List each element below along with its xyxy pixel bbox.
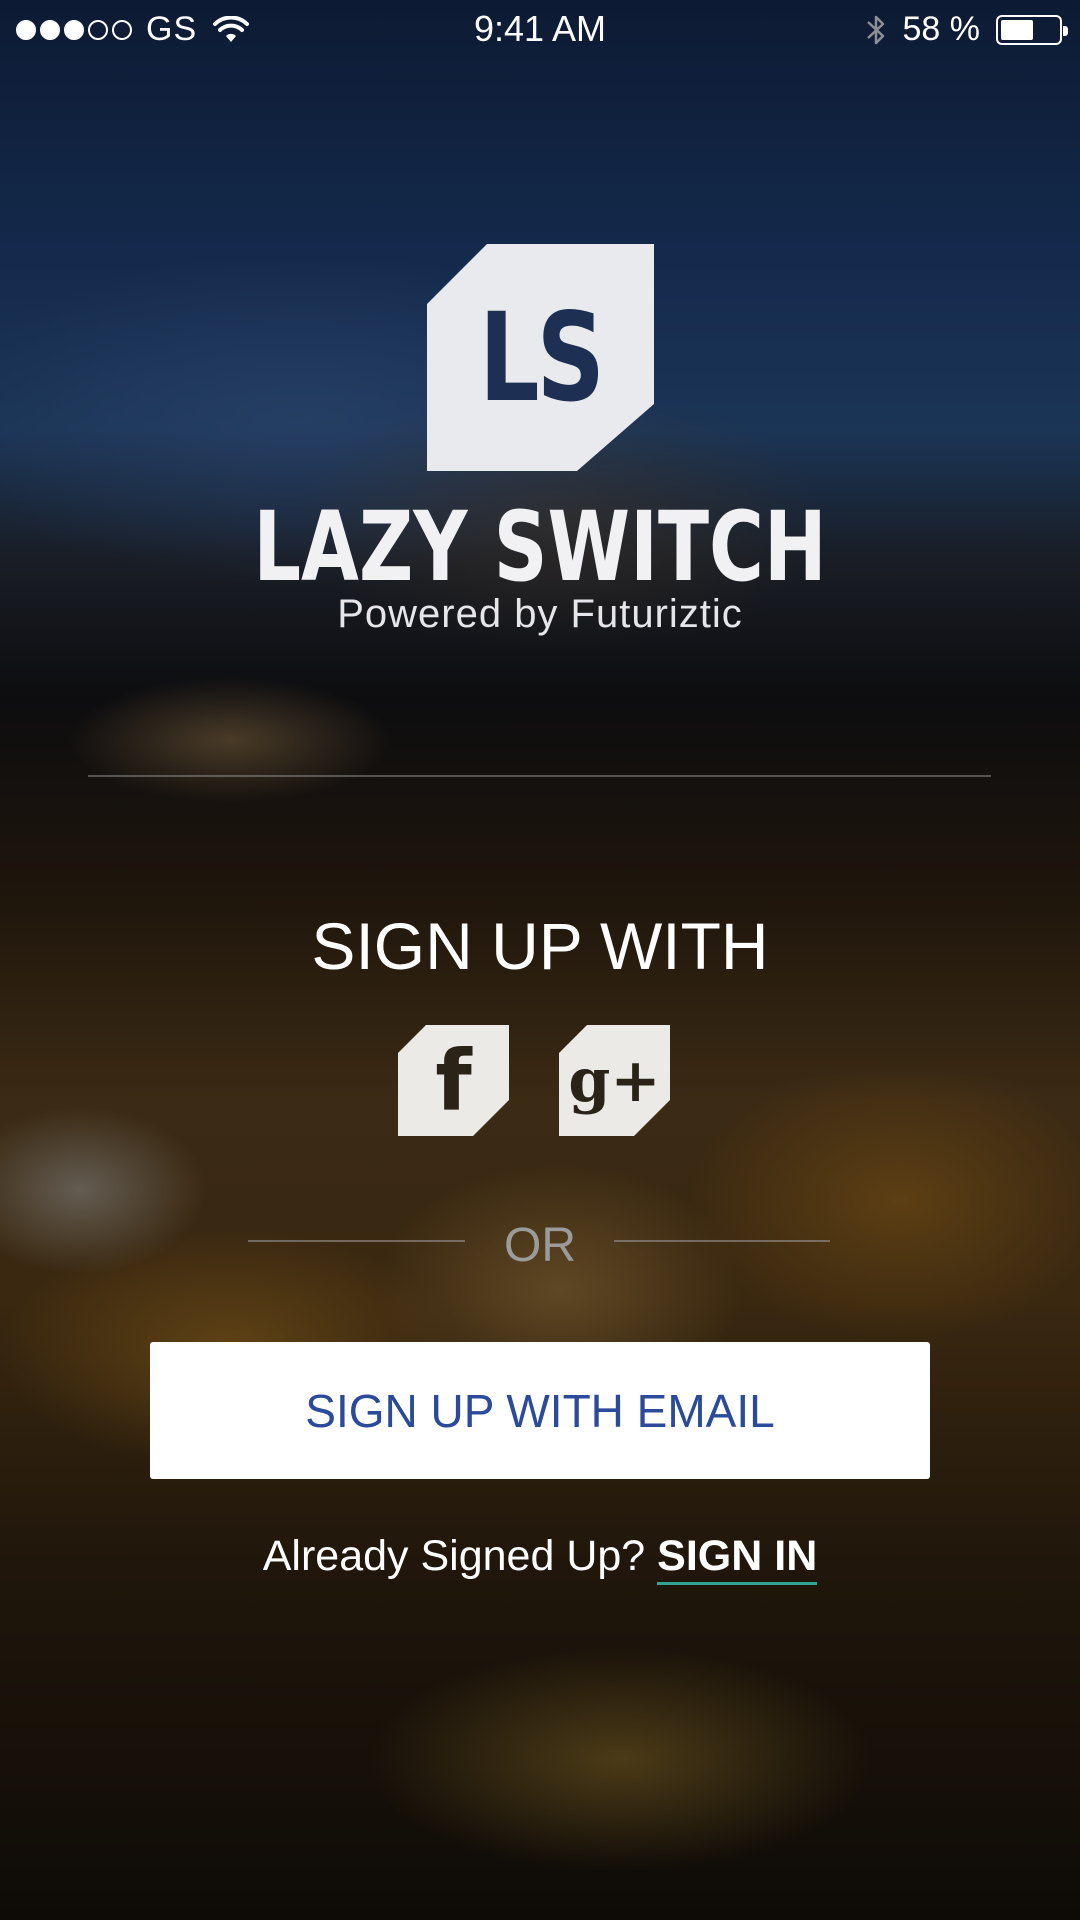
battery-icon xyxy=(996,14,1068,45)
signin-row: Already Signed Up? SIGN IN xyxy=(0,1532,1080,1585)
signin-prompt: Already Signed Up? xyxy=(262,1532,658,1580)
signin-link[interactable]: SIGN IN xyxy=(657,1532,818,1585)
tagline: Powered by Futuriztic xyxy=(337,592,743,636)
bluetooth-icon xyxy=(866,15,884,44)
app-name: LAZY SWITCH xyxy=(253,491,827,603)
divider xyxy=(88,775,991,777)
logo-letters: LS xyxy=(479,286,605,429)
or-label: OR xyxy=(504,1219,576,1272)
facebook-icon: f xyxy=(435,1031,472,1130)
facebook-signup-button[interactable]: f xyxy=(398,1025,509,1136)
google-plus-signup-button[interactable]: g+ xyxy=(559,1025,670,1136)
battery-fill xyxy=(1001,19,1033,40)
google-plus-icon: g+ xyxy=(568,1045,661,1116)
status-right: 58 % xyxy=(865,10,1068,49)
status-bar: GS 9:41 AM 58 % xyxy=(0,0,1080,60)
signup-heading: SIGN UP WITH xyxy=(311,909,769,983)
or-line-right xyxy=(614,1240,830,1242)
app-logo: LS xyxy=(427,244,654,471)
or-separator: OR xyxy=(0,1216,1080,1272)
signup-email-button[interactable]: SIGN UP WITH EMAIL xyxy=(150,1342,930,1479)
battery-percentage: 58 % xyxy=(902,10,981,48)
